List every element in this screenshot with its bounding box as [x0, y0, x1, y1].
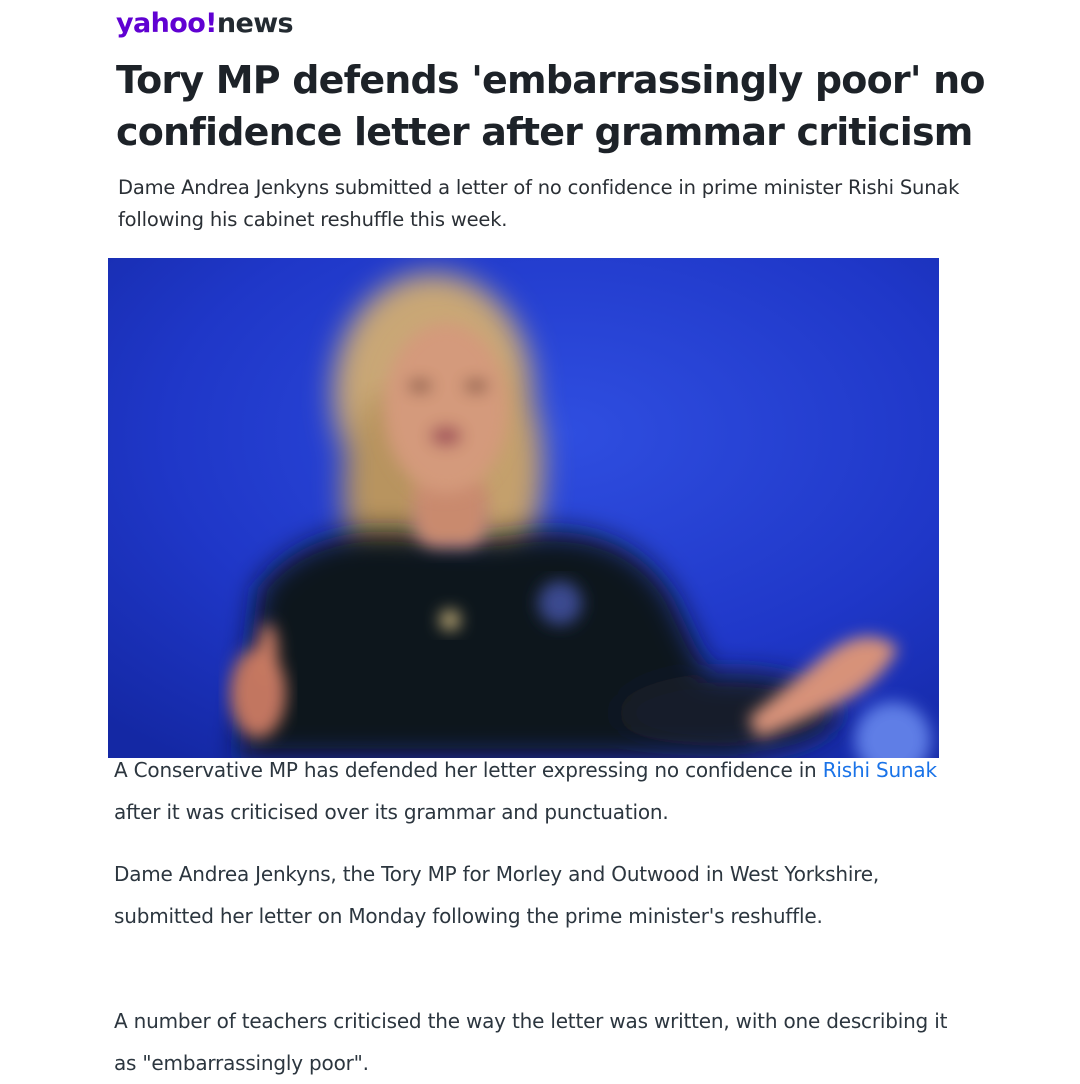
logo-bang-text: !	[205, 8, 217, 39]
p1-text-before: A Conservative MP has defended her lette…	[114, 758, 823, 782]
article-paragraph-3: A number of teachers criticised the way …	[114, 1009, 948, 1075]
hero-image	[108, 258, 939, 758]
article-paragraph-1: A Conservative MP has defended her lette…	[114, 749, 954, 833]
yahoo-news-logo[interactable]: yahoo!news	[116, 4, 294, 44]
article-headline: Tory MP defends 'embarrassingly poor' no…	[116, 58, 985, 154]
hero-photo-illustration	[108, 258, 939, 758]
article-subheadline: Dame Andrea Jenkyns submitted a letter o…	[118, 176, 960, 231]
logo-news-text: news	[216, 8, 294, 39]
article-paragraph-2: Dame Andrea Jenkyns, the Tory MP for Mor…	[114, 862, 880, 928]
rishi-sunak-link[interactable]: Rishi Sunak	[823, 758, 937, 782]
logo-yahoo-text: yahoo	[116, 8, 206, 39]
p1-text-after: after it was criticised over its grammar…	[114, 800, 669, 824]
